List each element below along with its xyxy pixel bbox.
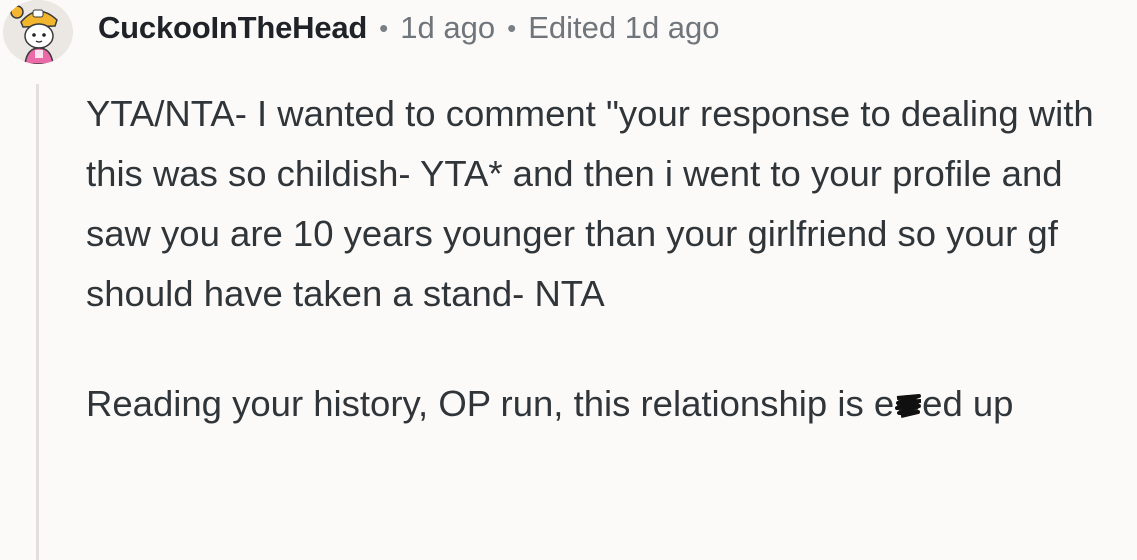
comment-paragraph: YTA/NTA- I wanted to comment "your respo… xyxy=(86,93,1094,314)
avatar[interactable] xyxy=(3,0,73,64)
timestamp[interactable]: 1d ago xyxy=(400,10,495,46)
censor-scribble-icon xyxy=(895,376,923,418)
username[interactable]: CuckooInTheHead xyxy=(98,10,367,46)
thread-line[interactable] xyxy=(36,84,39,560)
separator-dot: • xyxy=(507,12,517,43)
comment-header: CuckooInTheHead • 1d ago • Edited 1d ago xyxy=(98,8,720,48)
comment-body: YTA/NTA- I wanted to comment "your respo… xyxy=(86,84,1137,434)
avatar-character-icon xyxy=(4,0,72,64)
comment: CuckooInTheHead • 1d ago • Edited 1d ago… xyxy=(0,0,1137,560)
paragraph-text-end: ed up xyxy=(922,383,1014,424)
comment-paragraph: Reading your history, OP run, this relat… xyxy=(86,374,1137,434)
edited-label: Edited 1d ago xyxy=(528,10,720,45)
paragraph-text-start: Reading your history, OP run, this relat… xyxy=(86,383,895,424)
separator-dot: • xyxy=(379,12,389,43)
